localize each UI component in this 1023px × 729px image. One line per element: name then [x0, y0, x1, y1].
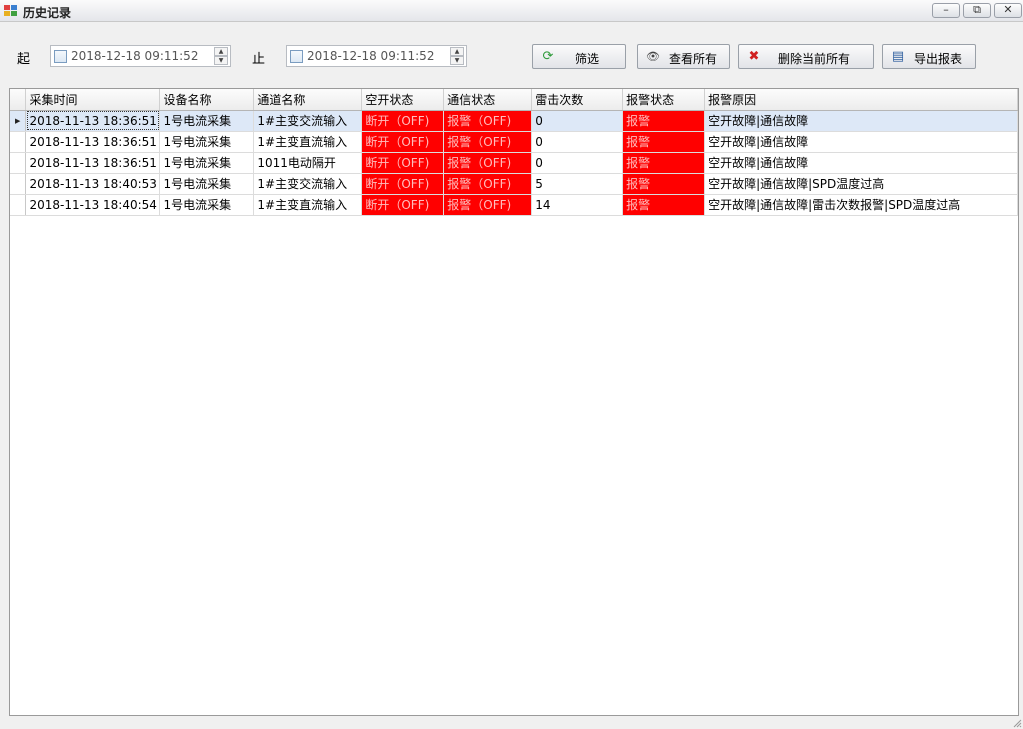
current-row-indicator-icon[interactable]: ▶	[10, 110, 27, 132]
column-header[interactable]: 报警原因	[704, 89, 1018, 111]
table-cell[interactable]: 1号电流采集	[159, 110, 255, 132]
comm-status-cell[interactable]: 报警（OFF)	[443, 152, 533, 174]
column-header[interactable]: 报警状态	[622, 89, 706, 111]
eye-icon: 👁	[646, 50, 660, 63]
table-row[interactable]: 2018-11-13 18:40:54 1号电流采集 1#主变直流输入 断开（O…	[10, 194, 1018, 216]
minimize-button[interactable]: –	[932, 3, 960, 18]
end-label: 止	[252, 52, 266, 67]
filter-button-label: 筛选	[575, 52, 600, 66]
row-header[interactable]	[10, 131, 27, 153]
table-cell[interactable]: 空开故障|通信故障	[704, 110, 1018, 132]
table-cell[interactable]: 1011电动隔开	[253, 152, 363, 174]
spin-up-icon[interactable]: ▲	[450, 47, 464, 56]
alarm-status-cell[interactable]: 报警	[622, 152, 706, 174]
breaker-status-cell[interactable]: 断开（OFF)	[361, 110, 445, 132]
header-row: 采集时间 设备名称 通道名称 空开状态 通信状态 雷击次数 报警状态 报警原因	[10, 89, 1018, 111]
alarm-status-cell[interactable]: 报警	[622, 131, 706, 153]
resize-grip-icon[interactable]	[1012, 718, 1022, 728]
delete-all-button[interactable]: ✖ 删除当前所有	[738, 44, 874, 69]
column-header[interactable]: 雷击次数	[531, 89, 624, 111]
comm-status-cell[interactable]: 报警（OFF)	[443, 131, 533, 153]
spin-down-icon[interactable]: ▼	[450, 56, 464, 65]
spin-down-icon[interactable]: ▼	[214, 56, 228, 65]
table-cell[interactable]: 1号电流采集	[159, 194, 255, 216]
alarm-status-cell[interactable]: 报警	[622, 173, 706, 195]
column-header[interactable]: 通道名称	[253, 89, 363, 111]
table-row[interactable]: ▶ 2018-11-13 18:36:51 1号电流采集 1#主变交流输入 断开…	[10, 110, 1018, 132]
table-cell[interactable]: 1#主变直流输入	[253, 131, 363, 153]
title-bar: 历史记录 – ⧉ ✕	[0, 0, 1023, 22]
close-button[interactable]: ✕	[994, 3, 1022, 18]
view-all-button-label: 查看所有	[669, 52, 718, 66]
breaker-status-cell[interactable]: 断开（OFF)	[361, 131, 445, 153]
refresh-icon: ⟳	[542, 49, 554, 64]
table-cell[interactable]: 空开故障|通信故障|SPD温度过高	[704, 173, 1018, 195]
start-date-value: 2018-12-18 09:11:52	[71, 49, 199, 63]
column-header[interactable]: 设备名称	[159, 89, 255, 111]
end-datepicker[interactable]: 2018-12-18 09:11:52 ▲ ▼	[286, 45, 467, 67]
row-header-corner	[10, 89, 27, 111]
table-cell[interactable]: 2018-11-13 18:40:54	[25, 194, 161, 216]
end-date-spinner[interactable]: ▲ ▼	[450, 47, 464, 65]
breaker-status-cell[interactable]: 断开（OFF)	[361, 173, 445, 195]
table-row[interactable]: 2018-11-13 18:36:51 1号电流采集 1#主变直流输入 断开（O…	[10, 131, 1018, 153]
document-icon: ▤	[891, 49, 905, 64]
table-cell[interactable]: 2018-11-13 18:36:51	[25, 110, 161, 132]
table-row[interactable]: 2018-11-13 18:40:53 1号电流采集 1#主变交流输入 断开（O…	[10, 173, 1018, 195]
breaker-status-cell[interactable]: 断开（OFF)	[361, 194, 445, 216]
table-cell[interactable]: 1号电流采集	[159, 173, 255, 195]
filter-button[interactable]: ⟳ 筛选	[532, 44, 626, 69]
table-cell[interactable]: 空开故障|通信故障	[704, 152, 1018, 174]
table-cell[interactable]: 2018-11-13 18:36:51	[25, 152, 161, 174]
delete-all-button-label: 删除当前所有	[778, 52, 851, 66]
start-datepicker[interactable]: 2018-12-18 09:11:52 ▲ ▼	[50, 45, 231, 67]
row-header[interactable]	[10, 173, 27, 195]
start-label: 起	[17, 52, 31, 67]
spin-up-icon[interactable]: ▲	[214, 47, 228, 56]
row-header[interactable]	[10, 194, 27, 216]
comm-status-cell[interactable]: 报警（OFF)	[443, 110, 533, 132]
export-button[interactable]: ▤ 导出报表	[882, 44, 976, 69]
table-cell[interactable]: 空开故障|通信故障	[704, 131, 1018, 153]
table-cell[interactable]: 0	[531, 152, 624, 174]
column-header[interactable]: 通信状态	[443, 89, 533, 111]
view-all-button[interactable]: 👁 查看所有	[637, 44, 730, 69]
table-row[interactable]: 2018-11-13 18:36:51 1号电流采集 1011电动隔开 断开（O…	[10, 152, 1018, 174]
export-button-label: 导出报表	[914, 52, 963, 66]
restore-button[interactable]: ⧉	[963, 3, 991, 18]
table-cell[interactable]: 1#主变直流输入	[253, 194, 363, 216]
delete-table-icon: ✖	[748, 49, 760, 64]
filter-toolbar: 起 2018-12-18 09:11:52 ▲ ▼ 止 2018-12-18 0…	[0, 23, 1023, 87]
window-title: 历史记录	[23, 6, 72, 20]
table-cell[interactable]: 空开故障|通信故障|雷击次数报警|SPD温度过高	[704, 194, 1018, 216]
end-date-value: 2018-12-18 09:11:52	[307, 49, 435, 63]
table-cell[interactable]: 2018-11-13 18:36:51	[25, 131, 161, 153]
table-cell[interactable]: 1号电流采集	[159, 131, 255, 153]
table-cell[interactable]: 2018-11-13 18:40:53	[25, 173, 161, 195]
column-header[interactable]: 采集时间	[25, 89, 161, 111]
end-date-checkbox[interactable]	[290, 50, 303, 63]
start-date-checkbox[interactable]	[54, 50, 67, 63]
table-cell[interactable]: 1#主变交流输入	[253, 110, 363, 132]
table-cell[interactable]: 14	[531, 194, 624, 216]
comm-status-cell[interactable]: 报警（OFF)	[443, 173, 533, 195]
row-header[interactable]	[10, 152, 27, 174]
table-cell[interactable]: 0	[531, 110, 624, 132]
table-cell[interactable]: 0	[531, 131, 624, 153]
history-data-grid[interactable]: 采集时间 设备名称 通道名称 空开状态 通信状态 雷击次数 报警状态 报警原因 …	[9, 88, 1019, 716]
alarm-status-cell[interactable]: 报警	[622, 110, 706, 132]
table-cell[interactable]: 1#主变交流输入	[253, 173, 363, 195]
breaker-status-cell[interactable]: 断开（OFF)	[361, 152, 445, 174]
column-header[interactable]: 空开状态	[361, 89, 445, 111]
app-icon	[4, 5, 18, 17]
table-cell[interactable]: 5	[531, 173, 624, 195]
start-date-spinner[interactable]: ▲ ▼	[214, 47, 228, 65]
comm-status-cell[interactable]: 报警（OFF)	[443, 194, 533, 216]
table-cell[interactable]: 1号电流采集	[159, 152, 255, 174]
alarm-status-cell[interactable]: 报警	[622, 194, 706, 216]
